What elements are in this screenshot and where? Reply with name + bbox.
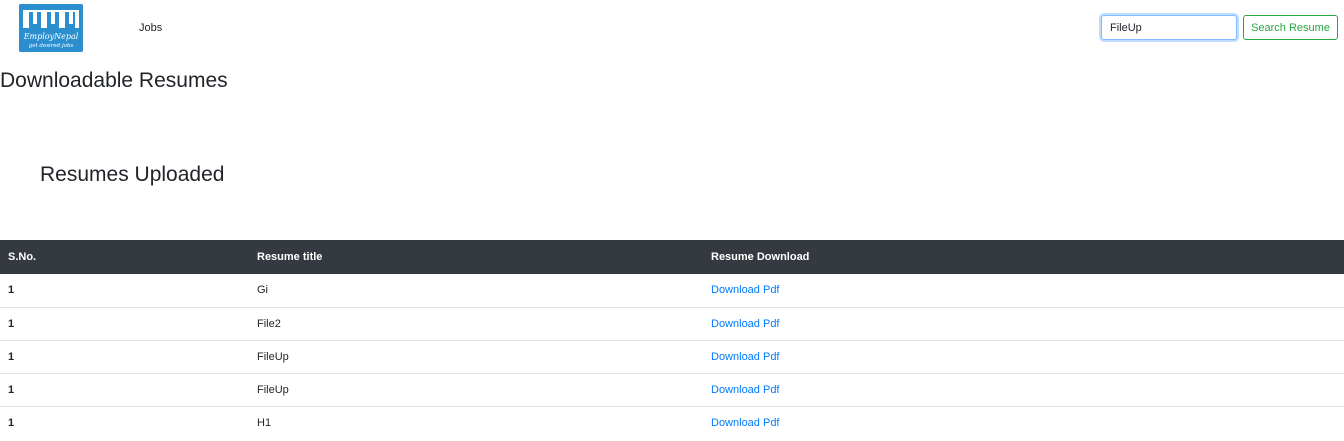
nav-link-jobs[interactable]: Jobs <box>139 20 162 36</box>
download-pdf-link[interactable]: Download Pdf <box>711 318 780 330</box>
row-download-cell: Download Pdf <box>703 405 1344 439</box>
row-download-cell: Download Pdf <box>703 306 1344 340</box>
search-resume-button[interactable]: Search Resume <box>1243 15 1338 40</box>
row-download-cell: Download Pdf <box>703 274 1344 307</box>
download-pdf-link[interactable]: Download Pdf <box>711 351 780 363</box>
table-header-row: S.No. Resume title Resume Download <box>0 240 1344 274</box>
row-resume-title: FileUp <box>249 372 703 406</box>
resumes-table: S.No. Resume title Resume Download 1 Gi … <box>0 240 1344 439</box>
download-pdf-link[interactable]: Download Pdf <box>711 284 780 296</box>
row-sno: 1 <box>8 284 15 297</box>
table-row: 1 FileUp Download Pdf <box>0 372 1344 406</box>
table-row: 1 FileUp Download Pdf <box>0 339 1344 373</box>
logo-text-line2: get desired jobs <box>29 43 74 49</box>
row-sno: 1 <box>0 306 249 340</box>
table-row: 1 Gi Download Pdf <box>0 274 1344 307</box>
section-title: Resumes Uploaded <box>40 163 225 186</box>
row-resume-title: H1 <box>249 405 703 439</box>
table-row: 1 File2 Download Pdf <box>0 306 1344 340</box>
search-input[interactable] <box>1101 15 1237 40</box>
row-resume-title: File2 <box>249 306 703 340</box>
logo-text-line1: EmployNepal <box>23 32 79 41</box>
row-download-cell: Download Pdf <box>703 372 1344 406</box>
navbar: EmployNepal get desired jobs Jobs Search… <box>0 0 1344 56</box>
row-sno: 1 <box>0 405 249 439</box>
page-title: Downloadable Resumes <box>0 69 228 92</box>
row-resume-title: Gi <box>257 284 268 297</box>
row-resume-title: FileUp <box>249 339 703 373</box>
download-pdf-link[interactable]: Download Pdf <box>711 384 780 396</box>
table-row: 1 H1 Download Pdf <box>0 405 1344 439</box>
header-resume-title: Resume title <box>257 251 323 263</box>
row-sno: 1 <box>0 339 249 373</box>
employnepal-logo[interactable]: EmployNepal get desired jobs <box>19 4 83 52</box>
row-sno: 1 <box>0 372 249 406</box>
header-resume-download: Resume Download <box>711 251 810 263</box>
row-download-cell: Download Pdf <box>703 339 1344 373</box>
header-sno: S.No. <box>8 251 37 263</box>
download-pdf-link[interactable]: Download Pdf <box>711 417 780 429</box>
